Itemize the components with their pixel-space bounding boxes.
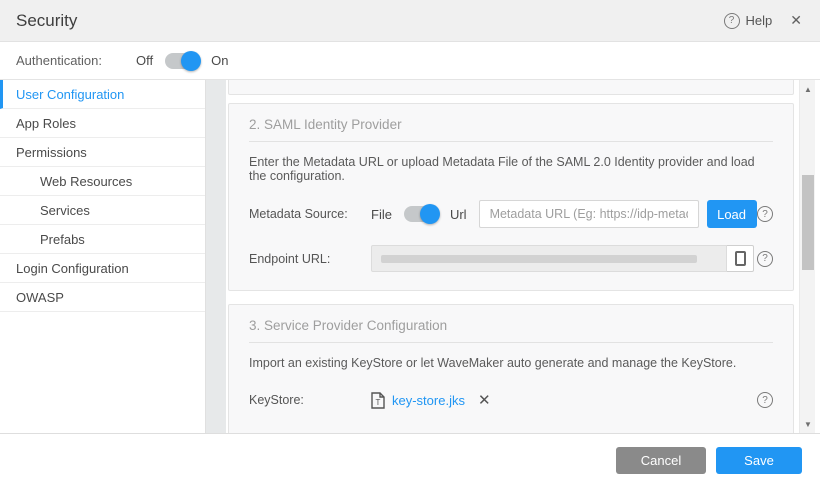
keystore-label: KeyStore:	[249, 393, 371, 407]
service-provider-configuration-card: 3. Service Provider Configuration Import…	[228, 304, 794, 433]
page-title: Security	[16, 11, 77, 31]
copy-button[interactable]	[727, 245, 754, 272]
file-icon: T	[371, 392, 385, 409]
metadata-source-label: Metadata Source:	[249, 207, 371, 221]
vertical-scrollbar[interactable]: ▲ ▼	[799, 80, 815, 433]
endpoint-url-row: Endpoint URL: ?	[249, 245, 773, 272]
help-label: Help	[746, 13, 773, 28]
toggle-knob	[420, 204, 440, 224]
sidebar-item-owasp[interactable]: OWASP	[0, 283, 205, 312]
metadata-url-label: Url	[450, 207, 467, 222]
svg-text:T: T	[376, 398, 381, 407]
security-dialog: Security ? Help ✕ Authentication: Off On…	[0, 0, 820, 487]
header-actions: ? Help ✕	[724, 10, 804, 31]
load-button[interactable]: Load	[707, 200, 757, 228]
authentication-off-label: Off	[136, 53, 153, 68]
scrollbar-thumb[interactable]	[802, 175, 814, 270]
metadata-source-row: Metadata Source: File Url Load ?	[249, 200, 773, 228]
sidebar-item-prefabs[interactable]: Prefabs	[0, 225, 205, 254]
security-sidebar: User Configuration App Roles Permissions…	[0, 80, 206, 433]
sidebar-item-web-resources[interactable]: Web Resources	[0, 167, 205, 196]
metadata-source-help-icon[interactable]: ?	[757, 206, 773, 222]
saml-identity-provider-card: 2. SAML Identity Provider Enter the Meta…	[228, 103, 794, 291]
endpoint-url-redacted-value	[381, 255, 697, 263]
authentication-on-label: On	[211, 53, 228, 68]
keystore-help-icon[interactable]: ?	[757, 392, 773, 408]
saml-section-title: 2. SAML Identity Provider	[249, 104, 773, 142]
sidebar-item-login-configuration[interactable]: Login Configuration	[0, 254, 205, 283]
keystore-row: KeyStore: T key-store.jks ✕ ?	[249, 391, 773, 409]
save-button[interactable]: Save	[716, 447, 802, 474]
metadata-file-label: File	[371, 207, 392, 222]
authentication-label: Authentication:	[16, 53, 102, 68]
keystore-file-link[interactable]: key-store.jks	[392, 393, 465, 408]
authentication-toggle[interactable]	[165, 53, 199, 69]
dialog-header: Security ? Help ✕	[0, 0, 820, 42]
sidebar-item-user-configuration[interactable]: User Configuration	[0, 80, 205, 109]
endpoint-url-help-icon[interactable]: ?	[757, 251, 773, 267]
scroll-up-arrow-icon[interactable]: ▲	[800, 82, 816, 96]
saml-section-description: Enter the Metadata URL or upload Metadat…	[249, 142, 773, 183]
dialog-body: User Configuration App Roles Permissions…	[0, 80, 820, 433]
authentication-row: Authentication: Off On	[0, 42, 820, 80]
endpoint-url-readonly-field	[371, 245, 727, 272]
sidebar-item-app-roles[interactable]: App Roles	[0, 109, 205, 138]
metadata-url-input[interactable]	[479, 200, 699, 228]
sidebar-item-services[interactable]: Services	[0, 196, 205, 225]
sidebar-item-permissions[interactable]: Permissions	[0, 138, 205, 167]
cancel-button[interactable]: Cancel	[616, 447, 706, 474]
remove-keystore-icon[interactable]: ✕	[478, 391, 491, 409]
endpoint-url-input-group	[371, 245, 754, 272]
help-button[interactable]: ? Help	[724, 13, 773, 29]
service-provider-section-description: Import an existing KeyStore or let WaveM…	[249, 343, 773, 370]
sidebar-gutter	[206, 80, 226, 433]
toggle-knob	[181, 51, 201, 71]
dialog-footer: Cancel Save	[0, 433, 820, 487]
service-provider-section-title: 3. Service Provider Configuration	[249, 305, 773, 343]
help-icon: ?	[724, 13, 740, 29]
copy-icon	[735, 251, 746, 266]
content-scroll-area: 2. SAML Identity Provider Enter the Meta…	[226, 80, 820, 433]
previous-section-card-bottom	[228, 80, 794, 95]
metadata-source-toggle[interactable]	[404, 206, 438, 222]
keystore-file-chip: T key-store.jks ✕	[371, 391, 491, 409]
scroll-down-arrow-icon[interactable]: ▼	[800, 417, 816, 431]
close-icon[interactable]: ✕	[788, 10, 804, 31]
endpoint-url-label: Endpoint URL:	[249, 252, 371, 266]
